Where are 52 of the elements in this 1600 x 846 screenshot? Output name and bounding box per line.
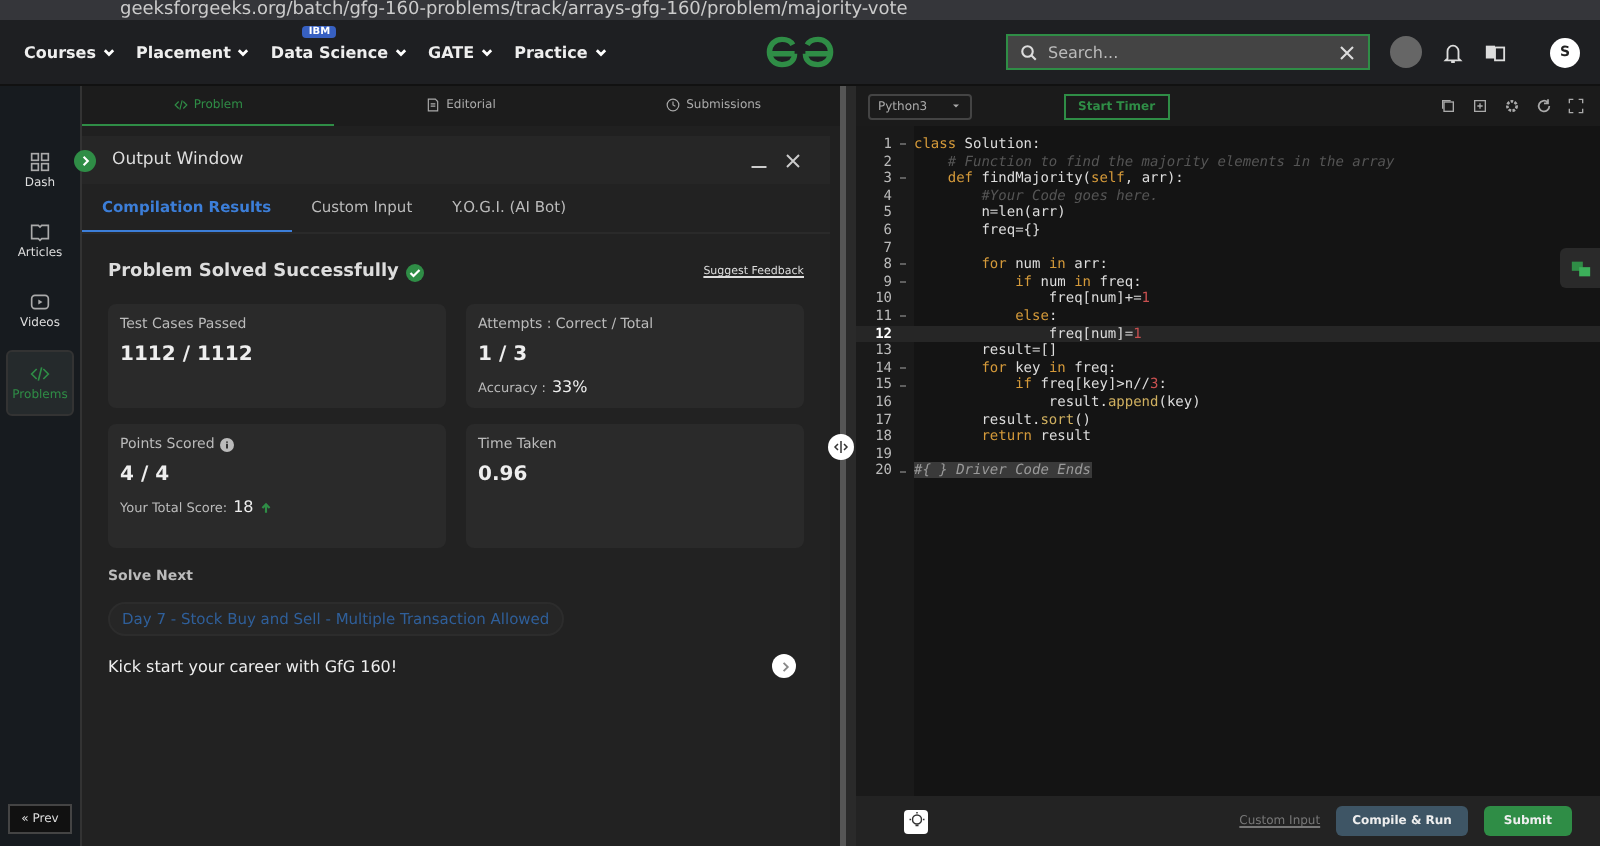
stat-sub-value: 33% bbox=[551, 378, 588, 396]
stat-sub-value: 18 bbox=[233, 498, 254, 516]
chevron-right-icon[interactable] bbox=[772, 654, 796, 678]
fold-marker-icon[interactable] bbox=[900, 469, 906, 474]
settings-icon[interactable] bbox=[1504, 98, 1520, 114]
book-icon bbox=[30, 222, 50, 242]
status-message: Problem Solved Successfully bbox=[108, 262, 399, 282]
chevron-icon bbox=[593, 45, 608, 59]
check-icon bbox=[406, 263, 425, 281]
nav-menu-item[interactable]: Placement bbox=[135, 43, 251, 61]
resize-handle-icon[interactable] bbox=[828, 434, 854, 460]
close-icon[interactable] bbox=[784, 151, 802, 169]
search-field[interactable]: Search... bbox=[1006, 34, 1370, 70]
search-icon bbox=[1020, 43, 1038, 61]
arrow-up-icon bbox=[259, 501, 272, 513]
stat-value: 0.96 bbox=[478, 464, 530, 486]
code-icon bbox=[173, 98, 188, 112]
copy-icon[interactable] bbox=[1440, 98, 1456, 114]
stat-value: 4 / 4 bbox=[120, 464, 172, 486]
fold-marker-icon[interactable] bbox=[900, 366, 906, 371]
caret-icon bbox=[950, 100, 962, 112]
lightbulb-icon[interactable] bbox=[904, 809, 928, 833]
chevron-icon bbox=[236, 45, 251, 59]
fold-marker-icon[interactable] bbox=[900, 280, 906, 285]
fullscreen-icon[interactable] bbox=[1568, 98, 1584, 114]
window-title: Output Window bbox=[112, 150, 244, 170]
chevron-icon bbox=[480, 45, 495, 59]
stat-value: 1 / 3 bbox=[478, 344, 530, 366]
code-icon bbox=[30, 364, 50, 384]
reset-icon[interactable] bbox=[1536, 98, 1552, 114]
promo-text: Kick start your career with GfG 160! bbox=[108, 657, 398, 675]
video-icon bbox=[30, 292, 50, 312]
nav-menu-item[interactable]: Courses bbox=[24, 43, 116, 61]
bell-icon[interactable] bbox=[1442, 41, 1464, 63]
chevron-icon bbox=[394, 45, 409, 59]
stat-value: 1112 / 1112 bbox=[120, 344, 255, 366]
grid-icon bbox=[30, 152, 50, 172]
fold-marker-icon[interactable] bbox=[900, 176, 906, 181]
chevron-icon bbox=[101, 45, 116, 59]
fold-marker-icon[interactable] bbox=[900, 142, 906, 147]
nav-menu-item[interactable]: Practice bbox=[514, 43, 608, 61]
close-icon[interactable] bbox=[1338, 43, 1356, 61]
fold-marker-icon[interactable] bbox=[900, 314, 906, 319]
clock-icon bbox=[666, 98, 681, 112]
document-icon bbox=[426, 98, 441, 112]
nav-menu-item[interactable]: GATE bbox=[428, 43, 495, 61]
expand-icon[interactable] bbox=[74, 149, 96, 171]
info-icon[interactable] bbox=[220, 437, 235, 451]
logo-icon bbox=[763, 36, 836, 68]
fold-marker-icon[interactable] bbox=[900, 383, 906, 388]
fold-marker-icon[interactable] bbox=[900, 262, 906, 267]
chat-icon[interactable] bbox=[1560, 248, 1600, 288]
